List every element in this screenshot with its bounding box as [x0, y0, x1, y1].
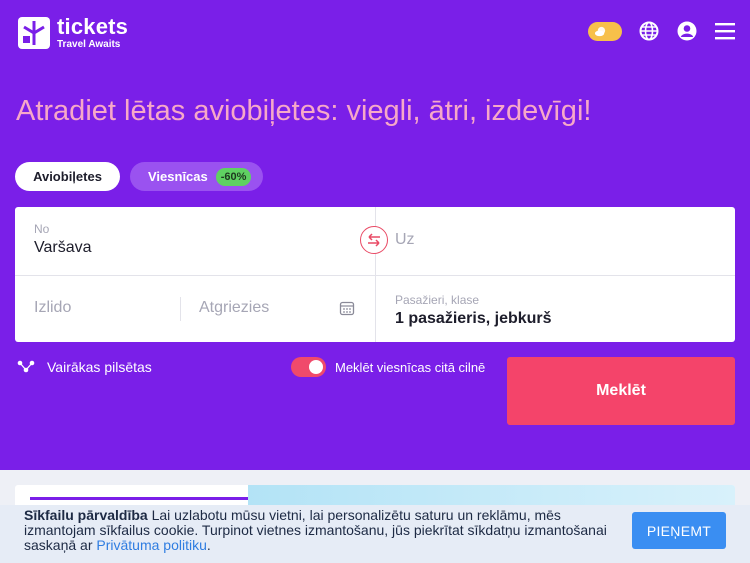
tab-flights[interactable]: Aviobiļetes	[15, 162, 120, 191]
search-form: No Varšava Uz Izlido Atgriezies Pasažier…	[15, 207, 735, 342]
globe-icon[interactable]	[638, 20, 660, 42]
route-icon	[17, 360, 35, 373]
dates-field[interactable]: Izlido Atgriezies	[15, 275, 375, 342]
swap-button[interactable]	[360, 226, 388, 254]
hotel-search-label: Meklēt viesnīcas citā cilnē	[335, 359, 486, 375]
search-button[interactable]: Meklēt	[507, 357, 735, 425]
brand-logo[interactable]: tickets Travel Awaits	[18, 16, 128, 50]
swap-icon	[368, 233, 380, 247]
toggle-knob	[309, 360, 323, 374]
brand-name: tickets	[57, 14, 129, 39]
depart-date-input[interactable]: Izlido	[34, 299, 71, 317]
cookie-end: .	[206, 537, 211, 553]
cookie-title: Sīkfailu pārvaldība	[24, 507, 148, 523]
date-divider	[180, 297, 181, 321]
cookie-text: Sīkfailu pārvaldība Lai uzlabotu mūsu vi…	[24, 508, 614, 553]
menu-icon[interactable]	[714, 20, 736, 42]
privacy-policy-link[interactable]: Privātuma politiku	[96, 537, 207, 553]
passengers-field[interactable]: Pasažieri, klase 1 pasažieris, jebkurš	[375, 275, 735, 342]
return-date-input[interactable]: Atgriezies	[199, 299, 269, 317]
origin-label: No	[34, 222, 50, 236]
accept-cookies-button[interactable]: PIEŅEMT	[632, 512, 726, 549]
tab-flights-label: Aviobiļetes	[33, 169, 102, 184]
logo-icon	[18, 17, 50, 49]
page-headline: Atradiet lētas aviobiļetes: viegli, ātri…	[16, 95, 592, 127]
origin-field[interactable]: No Varšava	[15, 207, 375, 275]
brand-tagline: Travel Awaits	[57, 39, 121, 50]
user-icon[interactable]	[676, 20, 698, 42]
cloud-sun-icon	[594, 26, 606, 36]
cookie-banner: Sīkfailu pārvaldība Lai uzlabotu mūsu vi…	[0, 505, 750, 563]
search-tabs: Aviobiļetes Viesnīcas -60%	[15, 162, 263, 191]
hotel-search-option: Meklēt viesnīcas citā cilnē	[291, 357, 485, 377]
tab-hotels[interactable]: Viesnīcas -60%	[130, 162, 263, 191]
passengers-value: 1 pasažieris, jebkurš	[395, 310, 552, 327]
destination-field[interactable]: Uz	[375, 207, 735, 275]
hotel-search-toggle[interactable]	[291, 357, 326, 377]
calendar-icon[interactable]	[339, 300, 355, 316]
logo-text: tickets Travel Awaits	[57, 16, 128, 50]
discount-badge: -60%	[215, 167, 252, 186]
tab-hotels-label: Viesnīcas	[148, 169, 208, 184]
passengers-label: Pasažieri, klase	[395, 293, 480, 307]
header-actions	[588, 20, 736, 42]
hero-section: tickets Travel Awaits Atradiet lētas avi…	[0, 0, 750, 470]
theme-toggle[interactable]	[588, 21, 622, 41]
origin-value: Varšava	[34, 239, 92, 256]
destination-placeholder: Uz	[395, 231, 415, 248]
multi-city-link[interactable]: Vairākas pilsētas	[17, 359, 152, 375]
multi-city-label: Vairākas pilsētas	[47, 359, 152, 375]
